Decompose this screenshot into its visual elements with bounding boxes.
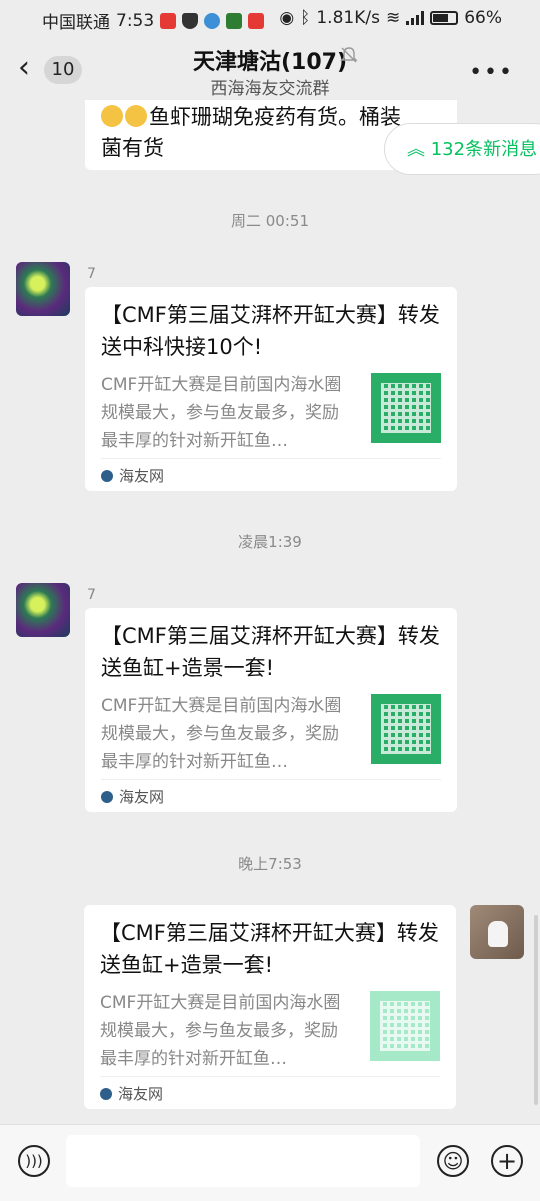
eye-icon: ◉	[279, 8, 295, 28]
qr-thumbnail	[371, 694, 441, 764]
avatar[interactable]	[16, 262, 70, 316]
input-bar: ))) ☺ +	[0, 1124, 540, 1201]
source-name: 海友网	[119, 788, 165, 806]
link-card[interactable]: 【CMF第三届艾湃杯开缸大赛】转发送鱼缸+造景一套! CMF开缸大赛是目前国内海…	[84, 905, 456, 1109]
voice-icon: )))	[25, 1152, 43, 1170]
browser-icon	[204, 12, 221, 29]
message-list[interactable]: 鱼虾珊瑚免疫药有货。桶装 菌有货 ︽ 132条新消息 周二 00:51 7 【C…	[0, 100, 540, 1124]
card-source: 海友网	[101, 786, 164, 807]
card-description: CMF开缸大赛是目前国内海水圈规模最大，参与鱼友最多，奖励最丰厚的针对新开缸鱼…	[101, 696, 342, 772]
chat-header: ‹ 10 天津塘沽(107) 西海海友交流群 •••	[0, 36, 540, 100]
emoji-icon	[125, 105, 147, 127]
plus-icon: +	[496, 1147, 518, 1175]
source-name: 海友网	[119, 467, 165, 485]
emoji-button[interactable]: ☺	[437, 1145, 469, 1177]
link-card[interactable]: 【CMF第三届艾湃杯开缸大赛】转发送中科快接10个! CMF开缸大赛是目前国内海…	[85, 287, 457, 491]
timestamp: 晚上7:53	[238, 855, 302, 873]
more-actions-button[interactable]: +	[491, 1145, 523, 1177]
emoji-icon	[101, 105, 123, 127]
card-source: 海友网	[100, 1083, 163, 1104]
divider	[101, 458, 441, 459]
battery-level: 66%	[464, 8, 502, 28]
muted-bell-icon	[340, 47, 358, 63]
card-title: 【CMF第三届艾湃杯开缸大赛】转发送鱼缸+造景一套!	[100, 921, 439, 977]
message-text: 菌有货	[101, 136, 164, 160]
message-input[interactable]	[66, 1135, 420, 1187]
card-description: CMF开缸大赛是目前国内海水圈规模最大，参与鱼友最多，奖励最丰厚的针对新开缸鱼…	[100, 993, 341, 1069]
status-bar: 中国联通 7:53 ◉ ᛒ 1.81K/s ≋ 66%	[0, 0, 540, 36]
source-logo-icon	[101, 790, 113, 803]
divider	[100, 1076, 440, 1077]
source-logo-icon	[100, 1087, 112, 1100]
timestamp: 周二 00:51	[231, 212, 309, 230]
qr-thumbnail	[371, 373, 441, 443]
source-logo-icon	[101, 469, 113, 482]
timestamp: 凌晨1:39	[238, 533, 302, 551]
chat-title: 天津塘沽(107)	[192, 50, 348, 75]
qr-thumbnail	[370, 991, 440, 1061]
message-text: 鱼虾珊瑚免疫药有货。桶装	[149, 105, 401, 129]
sender-name: 7	[87, 587, 96, 603]
more-options-button[interactable]: •••	[469, 60, 514, 85]
wifi-icon: ≋	[385, 8, 401, 28]
card-source: 海友网	[101, 465, 164, 486]
avatar[interactable]	[470, 905, 524, 959]
notification-icon	[248, 12, 265, 29]
card-title: 【CMF第三届艾湃杯开缸大赛】转发送中科快接10个!	[101, 303, 440, 359]
bluetooth-icon: ᛒ	[300, 8, 311, 28]
chat-subtitle: 西海海友交流群	[210, 79, 330, 99]
source-name: 海友网	[118, 1085, 164, 1103]
divider	[101, 779, 441, 780]
link-card[interactable]: 【CMF第三届艾湃杯开缸大赛】转发送鱼缸+造景一套! CMF开缸大赛是目前国内海…	[85, 608, 457, 812]
carrier-name: 中国联通	[42, 13, 110, 33]
new-messages-button[interactable]: ︽ 132条新消息	[384, 123, 540, 175]
signal-icon	[406, 11, 425, 25]
sender-name: 7	[87, 266, 96, 282]
card-title: 【CMF第三届艾湃杯开缸大赛】转发送鱼缸+造景一套!	[101, 624, 440, 680]
smile-icon: ☺	[442, 1149, 464, 1173]
double-chevron-up-icon: ︽	[407, 139, 425, 160]
scrollbar[interactable]	[534, 915, 538, 1105]
app-notification-icon	[226, 12, 243, 29]
shield-icon	[182, 12, 199, 29]
new-messages-label: 132条新消息	[430, 139, 538, 160]
avatar[interactable]	[16, 583, 70, 637]
net-speed: 1.81K/s	[316, 8, 380, 28]
card-description: CMF开缸大赛是目前国内海水圈规模最大，参与鱼友最多，奖励最丰厚的针对新开缸鱼…	[101, 375, 342, 451]
battery-icon	[430, 11, 459, 25]
clock: 7:53	[116, 10, 155, 31]
notification-icon	[160, 12, 177, 29]
voice-input-button[interactable]: )))	[18, 1145, 50, 1177]
